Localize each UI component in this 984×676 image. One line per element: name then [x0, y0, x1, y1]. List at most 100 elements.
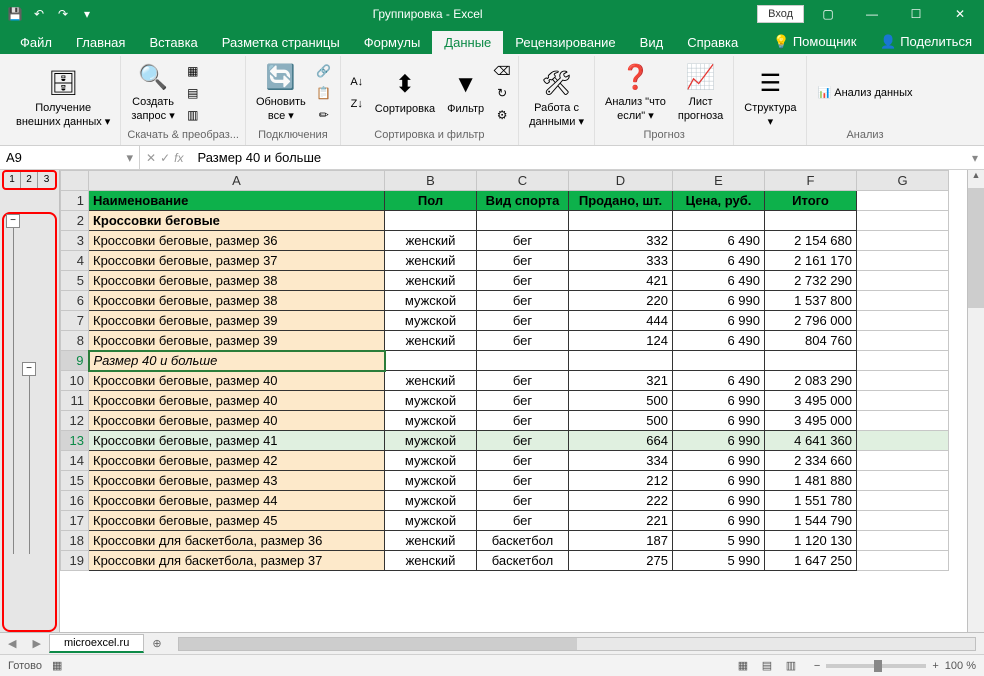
recent-sources-icon[interactable]: ▥	[183, 105, 203, 125]
sort-button[interactable]: ⬍ Сортировка	[371, 67, 439, 118]
add-sheet-icon[interactable]: ⊕	[144, 637, 169, 650]
sheet-nav-prev-icon[interactable]: ◀	[0, 637, 24, 650]
row-header[interactable]: 19	[61, 551, 89, 571]
refresh-all-button[interactable]: 🔄 Обновить все ▾	[252, 60, 310, 124]
data-analysis-button[interactable]: 📊 Анализ данных	[813, 84, 916, 101]
sheet-nav-next-icon[interactable]: ▶	[24, 637, 48, 650]
name-box[interactable]: A9▾	[0, 146, 140, 169]
row-header[interactable]: 17	[61, 511, 89, 531]
row-header[interactable]: 16	[61, 491, 89, 511]
vertical-scrollbar[interactable]: ▲	[967, 170, 984, 632]
row-header[interactable]: 8	[61, 331, 89, 351]
zoom-out-icon[interactable]: −	[814, 660, 820, 672]
row-header[interactable]: 6	[61, 291, 89, 311]
share-button[interactable]: 👤 Поделиться	[868, 30, 984, 54]
table-row: 7 Кроссовки беговые, размер 39 мужской б…	[61, 311, 949, 331]
row-header[interactable]: 2	[61, 211, 89, 231]
data-tools-button[interactable]: 🛠 Работа с данными ▾	[525, 66, 588, 130]
table-row: 15 Кроссовки беговые, размер 43 мужской …	[61, 471, 949, 491]
cancel-formula-icon[interactable]: ✕	[146, 151, 156, 165]
row-header[interactable]: 7	[61, 311, 89, 331]
row-header[interactable]: 13	[61, 431, 89, 451]
view-normal-icon[interactable]: ▦	[732, 657, 754, 675]
expand-formula-icon[interactable]: ▾	[966, 151, 984, 165]
tab-data[interactable]: Данные	[432, 31, 503, 54]
row-header[interactable]: 5	[61, 271, 89, 291]
filter-button[interactable]: ▼ Фильтр	[443, 67, 488, 118]
select-all-corner[interactable]	[61, 171, 89, 191]
row-header[interactable]: 11	[61, 391, 89, 411]
outline-level-3[interactable]: 3	[38, 172, 55, 188]
whatif-button[interactable]: ❓ Анализ "что если" ▾	[601, 60, 670, 124]
macro-record-icon[interactable]: ▦	[52, 659, 62, 672]
sort-asc-icon[interactable]: A↓	[347, 72, 367, 92]
outline-level-2[interactable]: 2	[21, 172, 38, 188]
zoom-slider[interactable]	[826, 664, 926, 668]
edit-links-icon[interactable]: ✏	[314, 105, 334, 125]
qat-customize-icon[interactable]: ▾	[76, 3, 98, 25]
col-header-F[interactable]: F	[765, 171, 857, 191]
col-header-G[interactable]: G	[857, 171, 949, 191]
assistant-button[interactable]: 💡 Помощник	[761, 30, 868, 54]
outline-icon: ☰	[754, 68, 786, 100]
outline-button[interactable]: ☰ Структура ▾	[740, 66, 800, 130]
sheet-tab[interactable]: microexcel.ru	[49, 634, 144, 653]
zoom-value[interactable]: 100 %	[945, 660, 976, 672]
clear-filter-icon[interactable]: ⌫	[492, 61, 512, 81]
col-header-D[interactable]: D	[569, 171, 673, 191]
outline-collapse-2[interactable]: −	[22, 362, 36, 376]
row-header[interactable]: 15	[61, 471, 89, 491]
table-row: 3 Кроссовки беговые, размер 36 женский б…	[61, 231, 949, 251]
maximize-icon[interactable]: ☐	[896, 0, 936, 28]
save-icon[interactable]: 💾	[4, 3, 26, 25]
row-header[interactable]: 12	[61, 411, 89, 431]
tab-layout[interactable]: Разметка страницы	[210, 31, 352, 54]
tab-formulas[interactable]: Формулы	[352, 31, 433, 54]
row-header[interactable]: 14	[61, 451, 89, 471]
spreadsheet-grid[interactable]: A B C D E F G 1 Наименование Пол Вид спо…	[60, 170, 949, 571]
minimize-icon[interactable]: —	[852, 0, 892, 28]
enter-formula-icon[interactable]: ✓	[160, 151, 170, 165]
row-header[interactable]: 4	[61, 251, 89, 271]
col-header-B[interactable]: B	[385, 171, 477, 191]
tab-help[interactable]: Справка	[675, 31, 750, 54]
tab-view[interactable]: Вид	[628, 31, 676, 54]
whatif-icon: ❓	[619, 62, 651, 94]
external-data-button[interactable]: 🗄 Получение внешних данных ▾	[12, 66, 114, 130]
undo-icon[interactable]: ↶	[28, 3, 50, 25]
sort-desc-icon[interactable]: Z↓	[347, 94, 367, 114]
redo-icon[interactable]: ↷	[52, 3, 74, 25]
scrollbar-thumb[interactable]	[968, 188, 984, 308]
properties-icon[interactable]: 📋	[314, 83, 334, 103]
connections-icon[interactable]: 🔗	[314, 61, 334, 81]
tab-review[interactable]: Рецензирование	[503, 31, 627, 54]
advanced-icon[interactable]: ⚙	[492, 105, 512, 125]
tab-file[interactable]: Файл	[8, 31, 64, 54]
row-header[interactable]: 3	[61, 231, 89, 251]
login-button[interactable]: Вход	[757, 5, 804, 23]
row-header[interactable]: 10	[61, 371, 89, 391]
ribbon-options-icon[interactable]: ▢	[808, 0, 848, 28]
from-table-icon[interactable]: ▤	[183, 83, 203, 103]
close-icon[interactable]: ✕	[940, 0, 980, 28]
new-query-button[interactable]: 🔍 Создать запрос ▾	[127, 60, 178, 124]
formula-input[interactable]: Размер 40 и больше	[189, 150, 966, 165]
outline-collapse-1[interactable]: −	[6, 214, 20, 228]
outline-level-1[interactable]: 1	[4, 172, 21, 188]
row-header[interactable]: 18	[61, 531, 89, 551]
show-queries-icon[interactable]: ▦	[183, 61, 203, 81]
forecast-button[interactable]: 📈 Лист прогноза	[674, 60, 727, 124]
tab-home[interactable]: Главная	[64, 31, 137, 54]
view-layout-icon[interactable]: ▤	[756, 657, 778, 675]
row-header[interactable]: 9	[61, 351, 89, 371]
fx-icon[interactable]: fx	[174, 151, 183, 165]
reapply-icon[interactable]: ↻	[492, 83, 512, 103]
row-header[interactable]: 1	[61, 191, 89, 211]
tab-insert[interactable]: Вставка	[137, 31, 209, 54]
col-header-E[interactable]: E	[673, 171, 765, 191]
horizontal-scrollbar[interactable]	[178, 637, 976, 651]
col-header-A[interactable]: A	[89, 171, 385, 191]
col-header-C[interactable]: C	[477, 171, 569, 191]
zoom-in-icon[interactable]: +	[932, 660, 938, 672]
view-pagebreak-icon[interactable]: ▥	[780, 657, 802, 675]
